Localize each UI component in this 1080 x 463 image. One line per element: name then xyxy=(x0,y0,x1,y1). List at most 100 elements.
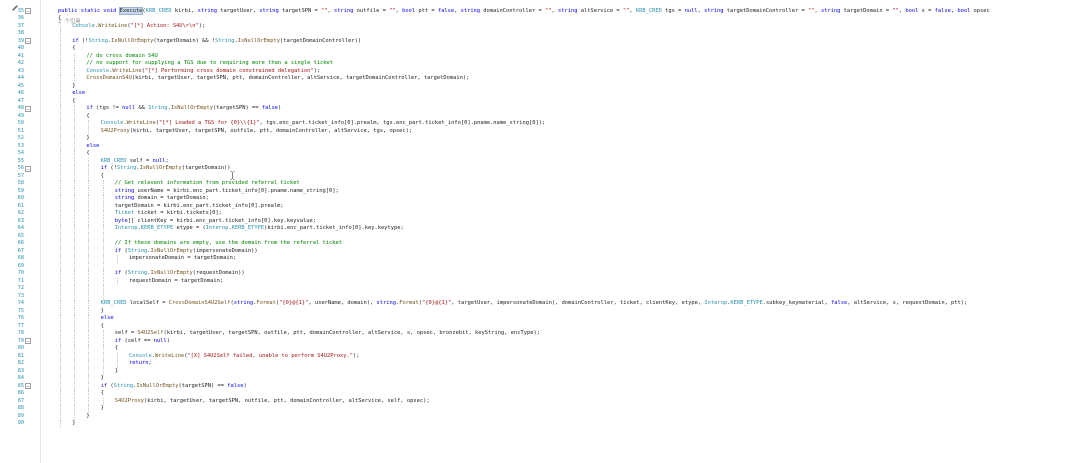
code-line[interactable]: 57 { xyxy=(0,172,1080,181)
code-line[interactable]: 42 // no support for supplying a TGS due … xyxy=(0,60,1080,68)
code-text[interactable]: if (String.IsNullOrEmpty(targetSPN) == f… xyxy=(101,383,247,391)
code-line[interactable]: 72 xyxy=(0,285,1080,293)
code-line[interactable]: 70 if (String.IsNullOrEmpty(requestDomain… xyxy=(0,270,1080,278)
code-line[interactable]: 61 targetDomain = kirbi.enc_part.ticket_i… xyxy=(0,202,1080,211)
code-line[interactable]: 60 string domain = targetDomain; xyxy=(0,195,1080,203)
collapse-toggle-icon[interactable]: − xyxy=(25,338,31,345)
code-text[interactable]: return; xyxy=(129,360,152,368)
code-line[interactable]: 37 Console.WriteLine("[*] Action: S4U\r\n… xyxy=(0,22,1080,31)
code-text[interactable]: Console.WriteLine("[*] Action: S4U\r\n")… xyxy=(72,23,205,31)
code-text[interactable]: targetDomain = kirbi.enc_part.ticket_inf… xyxy=(115,203,284,211)
code-line[interactable]: 68 impersonateDomain = targetDomain; xyxy=(0,255,1080,263)
code-text[interactable]: if (tgs != null && String.IsNullOrEmpty(… xyxy=(86,105,281,113)
code-line[interactable]: 53 else xyxy=(0,142,1080,151)
code-line[interactable]: 38 xyxy=(0,30,1080,38)
code-text[interactable]: Console.WriteLine("[*] Loaded a TGS for … xyxy=(101,120,546,128)
code-line[interactable]: 51 S4U2Proxy(kirbi, targetUser, targetSPN… xyxy=(0,127,1080,136)
collapse-toggle-icon[interactable]: − xyxy=(25,383,31,390)
code-text[interactable]: } xyxy=(115,368,118,376)
code-text[interactable]: } xyxy=(101,308,104,316)
code-line[interactable]: 63 byte[] clientKey = kirbi.enc_part.tick… xyxy=(0,217,1080,226)
code-line[interactable]: 69 xyxy=(0,262,1080,271)
code-line[interactable]: 62 Ticket ticket = kirbi.tickets[0]; xyxy=(0,210,1080,218)
code-text[interactable]: { xyxy=(58,15,61,23)
code-text[interactable]: { xyxy=(86,113,89,121)
code-line[interactable]: 87 S4U2Proxy(kirbi, targetUser, targetSPN… xyxy=(0,397,1080,406)
code-line[interactable]: 78 self = S4U2Self(kirbi, targetUser, tar… xyxy=(0,330,1080,338)
collapse-toggle-icon[interactable]: − xyxy=(25,38,31,45)
code-line[interactable]: 82 return; xyxy=(0,360,1080,368)
code-text[interactable]: { xyxy=(101,323,104,331)
code-text[interactable]: requestDomain = targetDomain; xyxy=(129,278,223,286)
collapse-toggle-icon[interactable]: − xyxy=(25,165,31,173)
code-line[interactable]: 36 { xyxy=(0,15,1080,23)
code-line[interactable]: 85− if (String.IsNullOrEmpty(targetSPN) =… xyxy=(0,382,1080,391)
code-text[interactable]: } xyxy=(101,405,104,413)
code-text[interactable]: self = S4U2Self(kirbi, targetUser, targe… xyxy=(115,330,540,338)
code-line[interactable]: 81 Console.WriteLine("[X] S4U2Self failed… xyxy=(0,352,1080,361)
code-text[interactable]: Console.WriteLine("[*] Performing cross … xyxy=(86,68,320,76)
code-text[interactable]: } xyxy=(101,375,104,383)
code-text[interactable]: // Get relevent information from provide… xyxy=(115,180,300,188)
code-text[interactable]: Interop.KERB_ETYPE etype = (Interop.KERB… xyxy=(115,225,404,233)
code-line[interactable]: 86 { xyxy=(0,390,1080,398)
code-text[interactable]: if (!String.IsNullOrEmpty(targetDomain)) xyxy=(101,165,231,173)
code-text[interactable]: { xyxy=(86,150,89,158)
code-line[interactable]: 67 if (String.IsNullOrEmpty(impersonateDo… xyxy=(0,247,1080,256)
code-text[interactable]: { xyxy=(72,98,75,106)
code-text[interactable]: public static void Execute(KRB_CRED kirb… xyxy=(58,6,990,16)
code-line[interactable]: 44 CrossDomainS4U(kirbi, targetUser, targ… xyxy=(0,75,1080,83)
code-line[interactable]: 47 { xyxy=(0,97,1080,106)
code-text[interactable]: string domain = targetDomain; xyxy=(115,195,209,203)
code-text[interactable]: byte[] clientKey = kirbi.enc_part.ticket… xyxy=(115,218,316,226)
code-text[interactable]: else xyxy=(86,143,99,151)
code-line[interactable]: 65 xyxy=(0,232,1080,241)
code-text[interactable]: S4U2Proxy(kirbi, targetUser, targetSPN, … xyxy=(115,398,430,406)
code-editor[interactable]: 2 个引用 35− public static void Execute(KRB_… xyxy=(0,0,1080,463)
code-text[interactable]: CrossDomainS4U(kirbi, targetUser, target… xyxy=(86,75,469,83)
code-line[interactable]: 75} xyxy=(0,307,1080,316)
code-line[interactable]: 56− if (!String.IsNullOrEmpty(targetDomai… xyxy=(0,165,1080,173)
code-line[interactable]: 76 else xyxy=(0,315,1080,323)
code-text[interactable]: { xyxy=(72,45,75,53)
code-line[interactable]: 48− if (tgs != null && String.IsNullOrEmp… xyxy=(0,105,1080,113)
code-line[interactable]: 80 { xyxy=(0,345,1080,353)
code-text[interactable]: if (self == null) xyxy=(115,338,170,346)
code-line[interactable]: 45} xyxy=(0,82,1080,91)
code-text[interactable]: impersonateDomain = targetDomain; xyxy=(129,255,236,263)
collapse-toggle-icon[interactable]: − xyxy=(25,105,31,113)
code-text[interactable]: if (String.IsNullOrEmpty(impersonateDoma… xyxy=(115,248,258,256)
code-line[interactable]: 83} xyxy=(0,367,1080,376)
code-text[interactable]: } xyxy=(72,420,75,428)
code-line[interactable]: 59 string userName = kirbi.enc_part.ticke… xyxy=(0,187,1080,196)
code-text[interactable]: if (String.IsNullOrEmpty(requestDomain)) xyxy=(115,270,245,278)
code-text[interactable]: string userName = kirbi.enc_part.ticket_… xyxy=(115,188,339,196)
code-text[interactable]: { xyxy=(101,390,104,398)
code-line[interactable]: 50 Console.WriteLine("[*] Loaded a TGS fo… xyxy=(0,120,1080,128)
code-line[interactable]: 49 { xyxy=(0,112,1080,121)
code-text[interactable]: Console.WriteLine("[X] S4U2Self failed, … xyxy=(129,353,359,361)
code-line[interactable]: 39− if (!String.IsNullOrEmpty(targetDomai… xyxy=(0,37,1080,46)
code-line[interactable]: 84} xyxy=(0,375,1080,383)
code-line[interactable]: 64 Interop.KERB_ETYPE etype = (Interop.KE… xyxy=(0,225,1080,233)
code-line[interactable]: 43 Console.WriteLine("[*] Performing cros… xyxy=(0,67,1080,76)
code-text[interactable]: KRB_CRED self = null; xyxy=(101,158,169,166)
code-line[interactable]: 79− if (self == null) xyxy=(0,337,1080,346)
code-text[interactable]: // no support for supplying a TGS due to… xyxy=(86,60,333,68)
code-line[interactable]: 35− public static void Execute(KRB_CRED k… xyxy=(0,6,1080,16)
code-line[interactable]: 52} xyxy=(0,135,1080,143)
code-text[interactable]: } xyxy=(86,135,89,143)
code-line[interactable]: 66 // If these domains are empty, use the… xyxy=(0,240,1080,248)
code-line[interactable]: 88} xyxy=(0,405,1080,413)
code-text[interactable]: // If these domains are empty, use the d… xyxy=(115,240,342,248)
code-line[interactable]: 90} xyxy=(0,420,1080,428)
code-line[interactable]: 55 KRB_CRED self = null; xyxy=(0,157,1080,166)
code-text[interactable]: if (!String.IsNullOrEmpty(targetDomain) … xyxy=(72,38,361,46)
code-line[interactable]: 58 // Get relevent information from provi… xyxy=(0,180,1080,188)
code-text[interactable]: { xyxy=(115,345,118,353)
code-line[interactable]: 46 else xyxy=(0,90,1080,98)
code-text[interactable]: else xyxy=(101,315,114,323)
code-line[interactable]: 73 xyxy=(0,292,1080,301)
code-text[interactable]: Ticket ticket = kirbi.tickets[0]; xyxy=(115,210,222,218)
code-text[interactable]: } xyxy=(86,413,89,421)
